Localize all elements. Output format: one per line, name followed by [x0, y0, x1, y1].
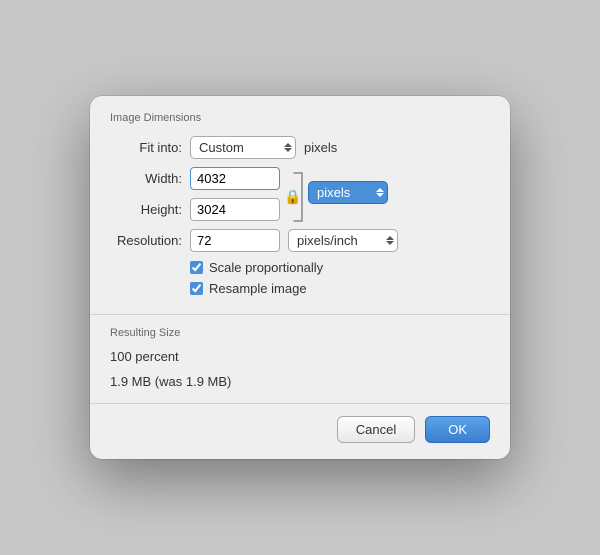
unit-select-wrapper: pixels percent inches cm mm	[308, 181, 388, 204]
cancel-button[interactable]: Cancel	[337, 416, 415, 443]
fit-into-select[interactable]: Custom Original Size 2x 4x	[190, 136, 296, 159]
resulting-percent: 100 percent	[110, 349, 490, 364]
resolution-label: Resolution:	[110, 233, 190, 248]
fit-into-suffix: pixels	[304, 140, 337, 155]
fit-into-label: Fit into:	[110, 140, 190, 155]
image-dimensions-dialog: Image Dimensions Fit into: Custom Origin…	[90, 96, 510, 459]
resolution-row: Resolution: pixels/inch pixels/cm	[110, 229, 490, 252]
resample-image-label: Resample image	[209, 281, 307, 296]
resolution-unit-select[interactable]: pixels/inch pixels/cm	[288, 229, 398, 252]
lock-bracket-container: 🔒	[284, 169, 304, 225]
width-height-section: Width: Height: 🔒	[110, 167, 490, 225]
resample-image-checkbox[interactable]	[190, 282, 203, 295]
width-label: Width:	[110, 171, 190, 186]
height-row: Height:	[110, 198, 280, 221]
resolution-unit-wrapper: pixels/inch pixels/cm	[288, 229, 398, 252]
height-label: Height:	[110, 202, 190, 217]
resulting-file-size: 1.9 MB (was 1.9 MB)	[110, 374, 490, 389]
width-input[interactable]	[190, 167, 280, 190]
resulting-size-title: Resulting Size	[110, 327, 490, 339]
lock-icon: 🔒	[284, 189, 301, 205]
resolution-input[interactable]	[190, 229, 280, 252]
scale-proportionally-label: Scale proportionally	[209, 260, 323, 275]
resulting-size-section: Resulting Size 100 percent 1.9 MB (was 1…	[90, 315, 510, 403]
ok-button[interactable]: OK	[425, 416, 490, 443]
resample-image-row: Resample image	[110, 281, 490, 296]
width-row: Width:	[110, 167, 280, 190]
height-input[interactable]	[190, 198, 280, 221]
fit-into-row: Fit into: Custom Original Size 2x 4x pix…	[110, 136, 490, 159]
button-row: Cancel OK	[90, 403, 510, 459]
unit-select-container: pixels percent inches cm mm	[308, 181, 388, 204]
scale-proportionally-row: Scale proportionally	[110, 260, 490, 275]
fit-into-select-wrapper: Custom Original Size 2x 4x	[190, 136, 296, 159]
lock-icon-container: 🔒	[284, 187, 301, 208]
wh-left: Width: Height:	[110, 167, 280, 221]
unit-select[interactable]: pixels percent inches cm mm	[308, 181, 388, 204]
scale-proportionally-checkbox[interactable]	[190, 261, 203, 274]
section-title: Image Dimensions	[110, 112, 490, 124]
